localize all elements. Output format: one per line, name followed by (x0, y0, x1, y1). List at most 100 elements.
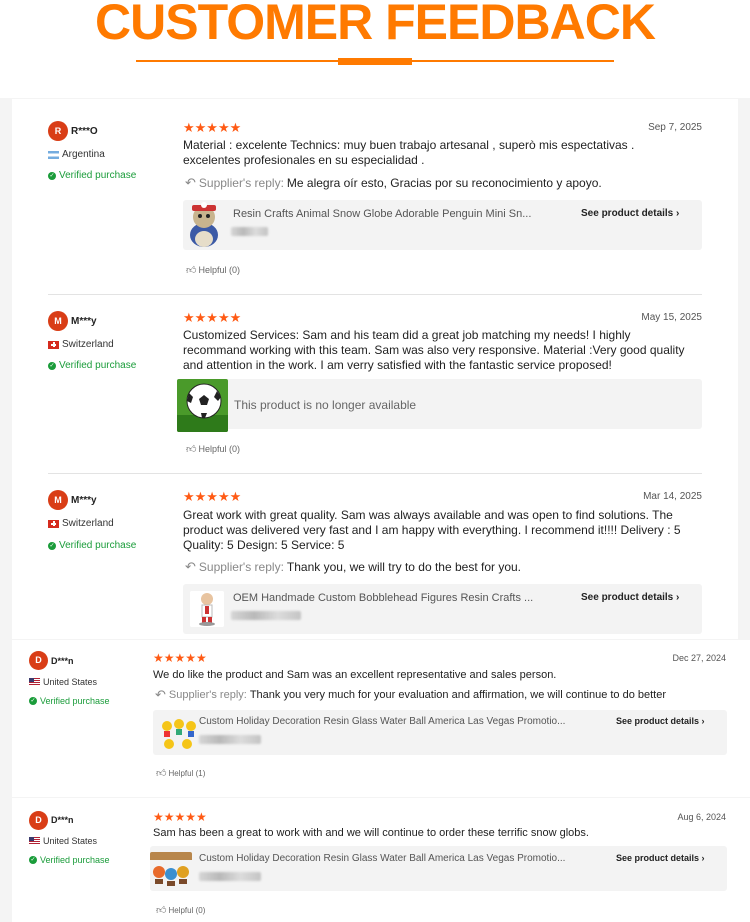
reviewer-name: M***y (71, 495, 97, 506)
star-rating: ★★★★★ (183, 489, 242, 504)
product-thumbnail (159, 714, 199, 752)
check-icon: ✓ (48, 541, 56, 550)
supplier-reply: ↶ Supplier's reply: Thank you, we will t… (185, 559, 521, 575)
thumbs-up-icon: 👍︎ (186, 265, 197, 276)
see-product-details-link[interactable]: See product details › (581, 592, 679, 603)
supplier-reply: ↶ Supplier's reply: Me alegra oír esto, … (185, 175, 602, 191)
title-divider-accent (338, 58, 412, 65)
thumbs-up-icon: 👍︎ (156, 905, 167, 916)
united-states-flag-icon (29, 837, 40, 845)
check-icon: ✓ (29, 697, 37, 705)
reviewer-country: United States (29, 836, 97, 846)
review-date: Dec 27, 2024 (672, 653, 726, 663)
thumbs-up-icon: 👍︎ (156, 768, 167, 779)
product-name: Resin Crafts Animal Snow Globe Adorable … (233, 208, 532, 220)
product-card[interactable]: OEM Handmade Custom Bobblehead Figures R… (183, 584, 702, 634)
see-product-details-link[interactable]: See product details › (616, 853, 705, 863)
reply-icon: ↶ (185, 175, 196, 190)
chevron-right-icon: › (676, 592, 680, 603)
verified-label: Verified purchase (59, 540, 137, 551)
helpful-count: Helpful (0) (198, 265, 240, 275)
product-thumbnail (184, 201, 224, 249)
review-text: Customized Services: Sam and his team di… (183, 328, 685, 372)
product-unavailable-text: This product is no longer available (234, 398, 417, 412)
thumbs-up-icon: 👍︎ (186, 444, 197, 455)
reviewer-name: D***n (51, 815, 74, 825)
review-date: Sep 7, 2025 (648, 122, 702, 133)
product-variant-blurred (199, 872, 261, 881)
review-date: May 15, 2025 (641, 312, 702, 323)
verified-purchase: ✓ Verified purchase (48, 540, 136, 551)
avatar: M (48, 311, 68, 331)
helpful-count: Helpful (1) (168, 768, 206, 778)
star-rating: ★★★★★ (183, 310, 242, 325)
product-name: OEM Handmade Custom Bobblehead Figures R… (233, 592, 534, 604)
product-variant-blurred (231, 611, 301, 620)
product-card[interactable]: Custom Holiday Decoration Resin Glass Wa… (150, 846, 727, 891)
see-details-label: See product details (616, 716, 700, 726)
reviewer-name: R***O (71, 126, 98, 137)
product-name: Custom Holiday Decoration Resin Glass Wa… (199, 853, 566, 864)
reply-icon: ↶ (185, 559, 196, 574)
chevron-right-icon: › (701, 716, 705, 726)
verified-label: Verified purchase (40, 855, 110, 865)
see-details-label: See product details (616, 853, 700, 863)
country-label: Switzerland (62, 339, 114, 350)
country-label: Argentina (62, 149, 105, 160)
supplier-reply-text: Me alegra oír esto, Gracias por su recon… (286, 176, 602, 190)
review-text: Material : excelente Technics: muy buen … (183, 138, 635, 167)
helpful-count: Helpful (0) (198, 444, 240, 454)
see-product-details-link[interactable]: See product details › (616, 716, 705, 726)
product-variant-blurred (231, 227, 268, 236)
verified-label: Verified purchase (59, 360, 137, 371)
product-thumbnail (150, 852, 192, 888)
product-variant-blurred (199, 735, 261, 744)
reviewer-country: Switzerland (48, 518, 114, 529)
helpful-button[interactable]: 👍︎ Helpful (0) (186, 443, 240, 455)
avatar: D (29, 811, 48, 830)
star-rating: ★★★★★ (183, 120, 242, 135)
helpful-count: Helpful (0) (168, 905, 206, 915)
country-label: Switzerland (62, 518, 114, 529)
united-states-flag-icon (29, 678, 40, 686)
chevron-right-icon: › (676, 208, 680, 219)
feedback-header: CUSTOMER FEEDBACK (0, 0, 750, 98)
see-details-label: See product details (581, 208, 674, 219)
check-icon: ✓ (48, 171, 56, 180)
see-details-label: See product details (581, 592, 674, 603)
review-date: Mar 14, 2025 (643, 491, 702, 502)
argentina-flag-icon (48, 150, 59, 159)
verified-label: Verified purchase (40, 696, 110, 706)
supplier-reply-label: Supplier's reply: (168, 689, 247, 701)
supplier-reply-text: Thank you, we will try to do the best fo… (286, 560, 522, 574)
reviewer-name: M***y (71, 316, 97, 327)
reviewer-country: Argentina (48, 149, 105, 160)
review-divider (48, 294, 702, 295)
product-card-unavailable: This product is no longer available (177, 379, 702, 432)
country-label: United States (43, 677, 98, 687)
review-divider (48, 473, 702, 474)
helpful-button[interactable]: 👍︎ Helpful (1) (156, 767, 205, 779)
supplier-reply-label: Supplier's reply: (198, 560, 284, 574)
avatar: R (48, 121, 68, 141)
product-thumbnail (177, 379, 228, 432)
chevron-right-icon: › (701, 853, 705, 863)
check-icon: ✓ (48, 361, 56, 370)
product-thumbnail (190, 591, 224, 627)
verified-purchase: ✓ Verified purchase (29, 696, 110, 706)
reviewer-name: D***n (51, 656, 74, 666)
review-date: Aug 6, 2024 (677, 812, 726, 822)
country-label: United States (43, 836, 98, 846)
product-card[interactable]: Custom Holiday Decoration Resin Glass Wa… (153, 710, 727, 755)
supplier-reply-label: Supplier's reply: (198, 176, 284, 190)
verified-purchase: ✓ Verified purchase (48, 170, 136, 181)
reply-icon: ↶ (155, 687, 166, 702)
supplier-reply-text: Thank you very much for your evaluation … (249, 689, 667, 701)
check-icon: ✓ (29, 856, 37, 864)
product-card[interactable]: Resin Crafts Animal Snow Globe Adorable … (183, 200, 702, 250)
helpful-button[interactable]: 👍︎ Helpful (0) (156, 904, 205, 916)
see-product-details-link[interactable]: See product details › (581, 208, 679, 219)
verified-label: Verified purchase (59, 170, 137, 181)
helpful-button[interactable]: 👍︎ Helpful (0) (186, 264, 240, 276)
star-rating: ★★★★★ (153, 810, 207, 824)
